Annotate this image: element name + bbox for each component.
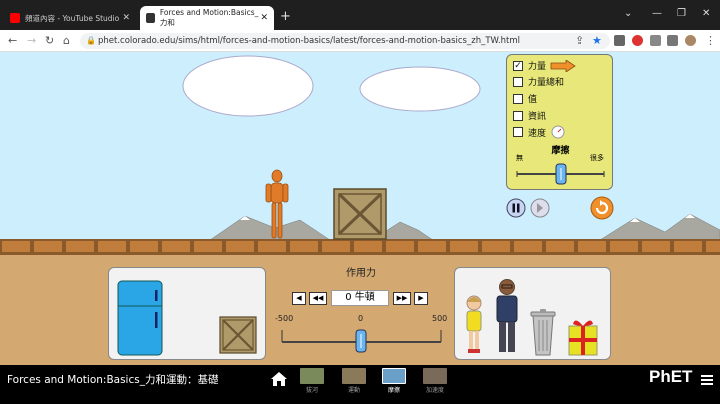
youtube-icon bbox=[10, 13, 20, 23]
screen-label: 拔河 bbox=[305, 387, 318, 394]
maximize-button[interactable]: ❐ bbox=[677, 8, 686, 19]
tab-phet-sim[interactable]: Forces and Motion:Basics_力和 ✕ bbox=[140, 6, 274, 30]
checkbox-label: 速度 bbox=[528, 128, 547, 139]
share-icon[interactable]: ⇪ bbox=[575, 34, 584, 47]
crate[interactable] bbox=[333, 188, 387, 240]
friction-slider[interactable] bbox=[513, 161, 608, 187]
checkbox-values[interactable]: 值 bbox=[513, 92, 537, 105]
man-figure[interactable] bbox=[493, 278, 521, 356]
checkbox-label: 力量 bbox=[528, 62, 547, 72]
checkbox-force[interactable]: ✓ 力量 bbox=[513, 59, 576, 72]
decrease-force-large-button[interactable]: ◀◀ bbox=[309, 292, 327, 305]
screen-label: 加速度 bbox=[425, 387, 444, 394]
back-icon[interactable]: ← bbox=[8, 34, 17, 47]
address-bar-row: ← → ↻ ⌂ 🔒 phet.colorado.edu/sims/html/fo… bbox=[0, 30, 720, 52]
checkbox-speed[interactable]: 速度 bbox=[513, 125, 565, 139]
phet-menu-icon[interactable] bbox=[700, 373, 714, 387]
avatar[interactable] bbox=[685, 35, 696, 46]
sim-navigation-bar: Forces and Motion:Basics_力和運動：基礎 拔河 運動 摩… bbox=[0, 365, 720, 404]
applied-force-value[interactable]: 0 牛頓 bbox=[331, 290, 389, 306]
checkbox-masses[interactable]: 資訊 bbox=[513, 109, 546, 122]
home-screen-icon[interactable] bbox=[270, 371, 288, 387]
reset-all-button[interactable] bbox=[590, 196, 614, 220]
cloud-left bbox=[182, 55, 314, 117]
sidebar-icon[interactable] bbox=[667, 35, 678, 46]
force-arrow-icon bbox=[550, 59, 576, 72]
url-text: phet.colorado.edu/sims/html/forces-and-m… bbox=[98, 36, 521, 46]
girl-figure[interactable] bbox=[463, 294, 485, 354]
tab-search-icon[interactable]: ⌄ bbox=[624, 8, 632, 19]
extension-icon[interactable] bbox=[632, 35, 643, 46]
phet-logo[interactable]: PhET bbox=[649, 367, 692, 387]
checkbox-sum-of-forces[interactable]: 力量總和 bbox=[513, 75, 564, 88]
checkbox-box[interactable] bbox=[513, 76, 523, 87]
checkbox-label: 力量總和 bbox=[528, 78, 565, 88]
sim-title: Forces and Motion:Basics_力和運動：基礎 bbox=[7, 374, 219, 386]
refrigerator[interactable] bbox=[117, 280, 163, 356]
url-field[interactable]: 🔒 phet.colorado.edu/sims/html/forces-and… bbox=[80, 33, 610, 49]
checkbox-label: 值 bbox=[528, 95, 538, 105]
lock-icon: 🔒 bbox=[86, 36, 96, 45]
crate-small[interactable] bbox=[219, 316, 257, 354]
close-window-button[interactable]: ✕ bbox=[702, 8, 710, 19]
home-icon[interactable]: ⌂ bbox=[63, 34, 70, 47]
pusher-figure[interactable] bbox=[262, 168, 292, 240]
checkbox-box[interactable] bbox=[513, 110, 523, 121]
tab-title: 頻道內容 - YouTube Studio bbox=[25, 13, 120, 23]
objects-panel bbox=[108, 267, 266, 360]
screen-acceleration[interactable]: 加速度 bbox=[421, 368, 449, 394]
screen-thumbnail bbox=[342, 368, 366, 384]
minimize-button[interactable]: — bbox=[652, 8, 662, 19]
puzzle-icon[interactable] bbox=[650, 35, 661, 46]
decrease-force-small-button[interactable]: ◀ bbox=[292, 292, 306, 305]
menu-icon[interactable]: ⋮ bbox=[705, 34, 716, 47]
checkbox-box[interactable] bbox=[513, 93, 523, 104]
controls-panel: ✓ 力量 力量總和 值 資訊 速度 摩擦 無 很多 bbox=[506, 54, 613, 190]
tab-youtube-studio[interactable]: 頻道內容 - YouTube Studio ✕ bbox=[4, 6, 136, 30]
simulation-canvas: ✓ 力量 力量總和 值 資訊 速度 摩擦 無 很多 作用力 ◀ ◀◀ 0 牛頓 … bbox=[0, 52, 720, 365]
force-min-label: -500 bbox=[275, 314, 294, 323]
cloud-right bbox=[359, 66, 481, 112]
reload-icon[interactable]: ↻ bbox=[45, 34, 54, 47]
screen-thumbnail bbox=[300, 368, 324, 384]
increase-force-small-button[interactable]: ▶ bbox=[414, 292, 428, 305]
checkbox-box[interactable] bbox=[513, 127, 523, 137]
forward-icon[interactable]: → bbox=[27, 34, 36, 47]
people-panel bbox=[454, 267, 611, 360]
speedometer-icon bbox=[551, 125, 565, 139]
screen-tug-of-war[interactable]: 拔河 bbox=[298, 368, 326, 394]
phet-favicon-icon bbox=[146, 13, 155, 23]
screen-thumbnail bbox=[382, 368, 406, 384]
pause-button[interactable] bbox=[506, 198, 526, 218]
brick-wall bbox=[0, 239, 720, 255]
screen-label: 摩擦 bbox=[387, 387, 400, 394]
applied-force-slider[interactable] bbox=[280, 324, 444, 354]
increase-force-large-button[interactable]: ▶▶ bbox=[393, 292, 411, 305]
close-tab-icon[interactable]: ✕ bbox=[260, 13, 268, 23]
browser-tab-bar: 頻道內容 - YouTube Studio ✕ Forces and Motio… bbox=[0, 0, 720, 30]
extension-icon[interactable] bbox=[614, 35, 625, 46]
force-max-label: 500 bbox=[432, 314, 448, 323]
close-tab-icon[interactable]: ✕ bbox=[122, 13, 130, 23]
force-mid-label: 0 bbox=[358, 314, 364, 323]
bookmark-star-icon[interactable]: ★ bbox=[592, 34, 602, 47]
step-forward-button[interactable] bbox=[530, 198, 550, 218]
new-tab-button[interactable]: + bbox=[280, 9, 291, 24]
screen-thumbnail bbox=[423, 368, 447, 384]
gift-box[interactable] bbox=[567, 316, 599, 356]
checkbox-box[interactable]: ✓ bbox=[513, 60, 523, 71]
tab-title: Forces and Motion:Basics_力和 bbox=[159, 8, 259, 27]
screen-label: 運動 bbox=[347, 387, 360, 394]
screen-friction[interactable]: 摩擦 bbox=[380, 368, 408, 394]
applied-force-title: 作用力 bbox=[346, 268, 376, 279]
checkbox-label: 資訊 bbox=[528, 112, 547, 122]
screen-motion[interactable]: 運動 bbox=[340, 368, 368, 394]
trash-can[interactable] bbox=[529, 308, 557, 356]
